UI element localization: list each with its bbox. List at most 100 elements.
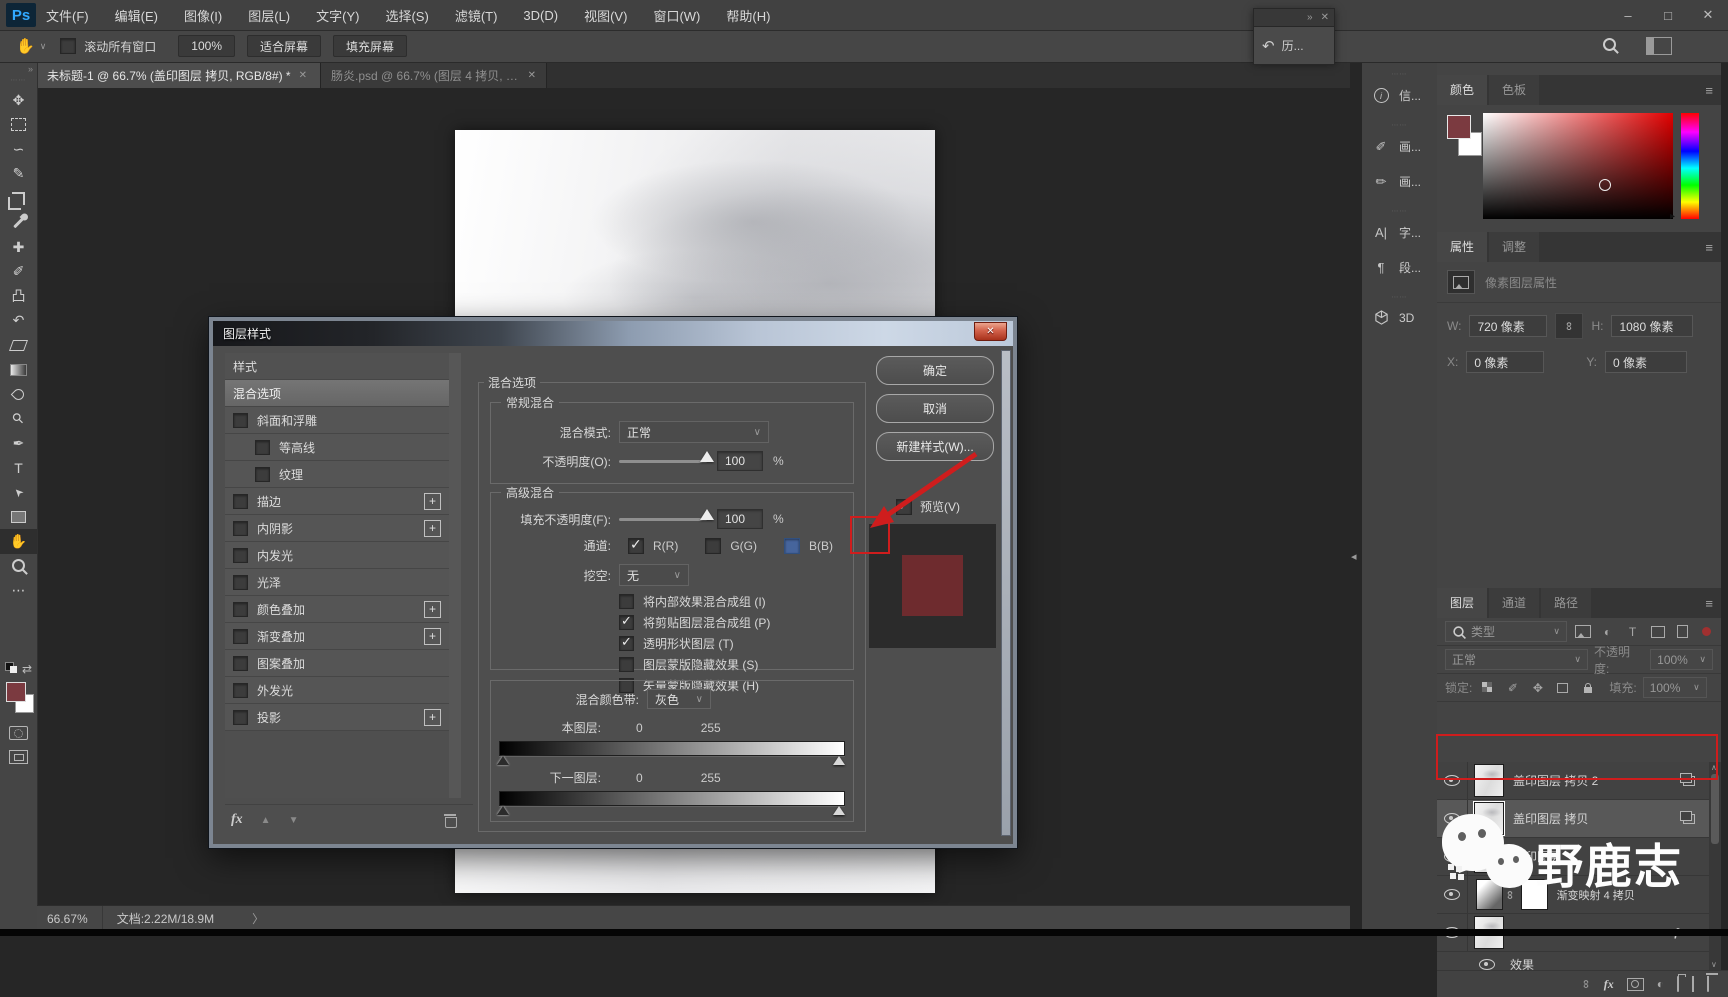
layer-name[interactable]: 渐变映射 4 拷贝 xyxy=(1557,887,1635,903)
style-checkbox[interactable] xyxy=(255,467,270,482)
filter-adjustment-layers-icon[interactable]: ◐ xyxy=(1598,625,1617,639)
option-transparency-shapes[interactable]: 透明形状图层 (T) xyxy=(619,633,770,654)
style-row-drop-shadow[interactable]: 投影+ xyxy=(225,704,449,731)
height-field[interactable]: 1080 像素 xyxy=(1611,315,1693,337)
style-row-gradient-overlay[interactable]: 渐变叠加+ xyxy=(225,623,449,650)
blend-mode-dropdown[interactable]: 正常 ∨ xyxy=(619,421,769,443)
screen-mode-icon[interactable] xyxy=(9,750,28,764)
style-row-blending-options[interactable]: 混合选项+ xyxy=(225,380,449,407)
panel-menu-icon[interactable]: ≡ xyxy=(1705,596,1713,611)
style-row-texture[interactable]: 纹理+ xyxy=(225,461,449,488)
plus-icon[interactable]: + xyxy=(424,520,441,537)
layer-thumbnail[interactable] xyxy=(1474,802,1504,835)
search-icon[interactable] xyxy=(1603,38,1616,54)
style-checkbox[interactable] xyxy=(233,575,248,590)
zoom-100-button[interactable]: 100% xyxy=(178,35,235,57)
filter-toggle-icon[interactable] xyxy=(1702,627,1711,636)
filter-type-dropdown[interactable]: 类型 ∨ xyxy=(1445,621,1567,642)
filter-smart-objects-icon[interactable] xyxy=(1673,625,1692,638)
zoom-level[interactable]: 66.67% xyxy=(47,912,88,926)
panel-icon-brush[interactable]: ✐画... xyxy=(1362,129,1437,164)
workspace-layout-icon[interactable] xyxy=(1646,37,1672,55)
lock-position-icon[interactable]: ✥ xyxy=(1528,681,1547,695)
panel-icon-brush-presets[interactable]: ✏画... xyxy=(1362,164,1437,199)
history-panel-button[interactable]: ↶ 历... xyxy=(1253,27,1335,65)
document-tab-inactive[interactable]: 肠炎.psd @ 66.7% (图层 4 拷贝, RGB/8#) * ✕ xyxy=(321,62,547,88)
dialog-scrollbar[interactable] xyxy=(1001,350,1011,836)
hue-strip[interactable] xyxy=(1681,113,1699,219)
layer-thumbnail[interactable] xyxy=(1474,840,1504,873)
ok-button[interactable]: 确定 xyxy=(876,356,994,385)
menu-item[interactable]: 图像(I) xyxy=(184,6,222,25)
tab-close-icon[interactable]: ✕ xyxy=(528,70,536,81)
mask-link-icon[interactable]: ∞ xyxy=(1503,890,1517,899)
option-checkbox[interactable] xyxy=(619,636,634,651)
filter-pixel-layers-icon[interactable] xyxy=(1573,625,1592,638)
lasso-tool[interactable]: ∽ xyxy=(0,137,37,162)
scroll-all-windows-checkbox[interactable] xyxy=(60,38,76,54)
style-checkbox[interactable] xyxy=(233,413,248,428)
layer-visibility-toggle[interactable] xyxy=(1437,762,1468,799)
style-row-stroke[interactable]: 描边+ xyxy=(225,488,449,515)
option-checkbox[interactable] xyxy=(619,594,634,609)
eraser-tool[interactable] xyxy=(0,333,37,358)
expand-icon[interactable]: » xyxy=(1307,12,1313,23)
lock-artboard-icon[interactable] xyxy=(1553,683,1572,693)
blend-if-dropdown[interactable]: 灰色 ∨ xyxy=(647,689,711,709)
healing-brush-tool[interactable]: ✚ xyxy=(0,235,37,260)
lock-transparency-icon[interactable] xyxy=(1478,685,1497,690)
clone-stamp-tool[interactable]: 凸 xyxy=(0,284,37,309)
layer-row[interactable]: 盖印图层 xyxy=(1437,838,1709,876)
tab-channels[interactable]: 通道 xyxy=(1489,588,1539,618)
new-layer-icon[interactable] xyxy=(1692,977,1694,991)
fx-menu-icon[interactable]: fx xyxy=(231,812,243,828)
gradient-stop-left[interactable] xyxy=(497,806,509,815)
delete-layer-icon[interactable] xyxy=(1707,977,1709,991)
option-blend-clipped[interactable]: 将剪贴图层混合成组 (P) xyxy=(619,612,770,633)
menu-item[interactable]: 文字(Y) xyxy=(316,6,359,25)
type-tool[interactable]: T xyxy=(0,456,37,481)
dodge-tool[interactable]: ⚲ xyxy=(0,407,37,432)
brush-tool[interactable]: ✐ xyxy=(0,260,37,285)
option-layer-mask-hides[interactable]: 图层蒙版隐藏效果 (S) xyxy=(619,654,770,675)
style-checkbox[interactable] xyxy=(233,710,248,725)
shape-tool[interactable] xyxy=(0,505,37,530)
panel-icon-info[interactable]: i信... xyxy=(1362,78,1437,113)
layer-visibility-toggle[interactable] xyxy=(1437,876,1468,913)
path-select-tool[interactable]: ➤ xyxy=(0,480,37,505)
hand-tool[interactable]: ✋ xyxy=(0,529,37,554)
plus-icon[interactable]: + xyxy=(424,628,441,645)
panel-menu-icon[interactable]: ≡ xyxy=(1705,240,1713,255)
foreground-color-well[interactable] xyxy=(1447,115,1471,139)
layers-scrollbar[interactable]: ∧ ∨ xyxy=(1709,762,1721,970)
style-row-pattern-overlay[interactable]: 图案叠加+ xyxy=(225,650,449,677)
knockout-dropdown[interactable]: 无 ∨ xyxy=(619,564,689,586)
foreground-color-swatch[interactable] xyxy=(6,682,26,702)
channel-r-checkbox[interactable] xyxy=(628,538,644,554)
tab-swatches[interactable]: 色板 xyxy=(1489,75,1539,105)
opacity-slider[interactable] xyxy=(619,460,707,463)
layer-row[interactable]: 盖印图层 拷贝 2 xyxy=(1437,762,1709,800)
panel-menu-icon[interactable]: ≡ xyxy=(1705,83,1713,98)
layer-visibility-toggle[interactable] xyxy=(1437,800,1468,837)
add-layer-style-icon[interactable]: fx xyxy=(1604,977,1614,992)
dialog-close-button[interactable]: ✕ xyxy=(974,322,1007,341)
tab-adjustments[interactable]: 调整 xyxy=(1489,232,1539,262)
lock-all-icon[interactable] xyxy=(1578,683,1597,693)
marquee-tool[interactable] xyxy=(0,113,37,138)
style-row-satin[interactable]: 光泽+ xyxy=(225,569,449,596)
style-row-styles[interactable]: 样式+ xyxy=(225,353,449,380)
color-cursor[interactable] xyxy=(1599,179,1611,191)
zoom-tool[interactable] xyxy=(0,554,37,579)
link-layers-icon[interactable]: ∞ xyxy=(1579,980,1593,989)
style-row-outer-glow[interactable]: 外发光+ xyxy=(225,677,449,704)
channel-g-checkbox[interactable] xyxy=(705,538,721,554)
menu-item[interactable]: 3D(D) xyxy=(523,8,558,23)
layer-visibility-toggle[interactable] xyxy=(1437,838,1468,875)
collapse-panels-icon[interactable]: ◂ xyxy=(1351,550,1357,563)
color-field[interactable] xyxy=(1483,113,1673,219)
menu-item[interactable]: 图层(L) xyxy=(248,6,290,25)
toolbar-ellipsis[interactable]: ⋯ xyxy=(0,578,37,603)
delete-style-icon[interactable] xyxy=(445,817,457,828)
layer-mask-thumbnail[interactable] xyxy=(1521,879,1548,910)
